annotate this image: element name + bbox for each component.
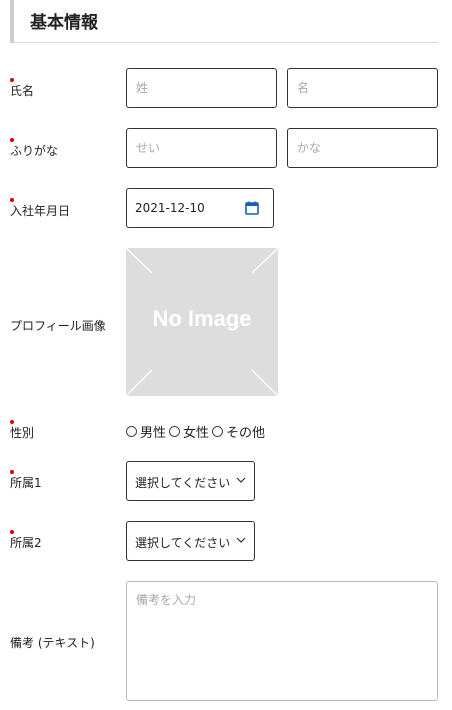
gender-radio-group: 男性 女性 その他 (126, 422, 268, 441)
notes-label: 備考 (テキスト) (10, 636, 95, 650)
gender-option-label: 女性 (183, 425, 210, 441)
gender-option-label: その他 (226, 425, 266, 441)
profile-image-placeholder[interactable]: No Image (126, 248, 278, 396)
gender-option-label: 男性 (140, 425, 167, 441)
last-name-input[interactable] (126, 68, 277, 108)
no-image-text: No Image (152, 306, 252, 331)
section-title: 基本情報 (30, 13, 98, 33)
dept2-select[interactable]: 選択してください (126, 521, 255, 561)
hire-date-input[interactable]: 2021-12-10 (126, 188, 274, 228)
radio-circle[interactable] (126, 425, 137, 437)
radio-circle[interactable] (169, 425, 181, 437)
gender-label: 性別 (10, 426, 35, 440)
dept1-selected-value: 選択してください (135, 476, 231, 490)
notes-textarea[interactable] (126, 581, 438, 701)
first-kana-input[interactable] (287, 128, 438, 168)
gender-radio-other[interactable]: その他 (212, 422, 265, 441)
section-header: 基本情報 (10, 0, 438, 43)
dept1-label: 所属1 (10, 476, 42, 490)
gender-radio-female[interactable]: 女性 (169, 422, 209, 441)
profile-image-label: プロフィール画像 (10, 319, 106, 333)
chevron-down-icon (236, 537, 246, 543)
chevron-down-icon (236, 477, 246, 483)
kana-label: ふりがな (10, 144, 59, 158)
calendar-icon[interactable] (245, 201, 259, 215)
name-label: 氏名 (10, 84, 35, 98)
dept2-selected-value: 選択してください (135, 536, 231, 550)
dept1-select[interactable]: 選択してください (126, 461, 255, 501)
hire-date-label: 入社年月日 (10, 204, 71, 218)
first-name-input[interactable] (287, 68, 438, 108)
hire-date-value: 2021-12-10 (135, 201, 205, 215)
gender-radio-male[interactable]: 男性 (126, 422, 166, 441)
last-kana-input[interactable] (126, 128, 277, 168)
radio-circle[interactable] (212, 425, 224, 437)
dept2-label: 所属2 (10, 536, 42, 550)
